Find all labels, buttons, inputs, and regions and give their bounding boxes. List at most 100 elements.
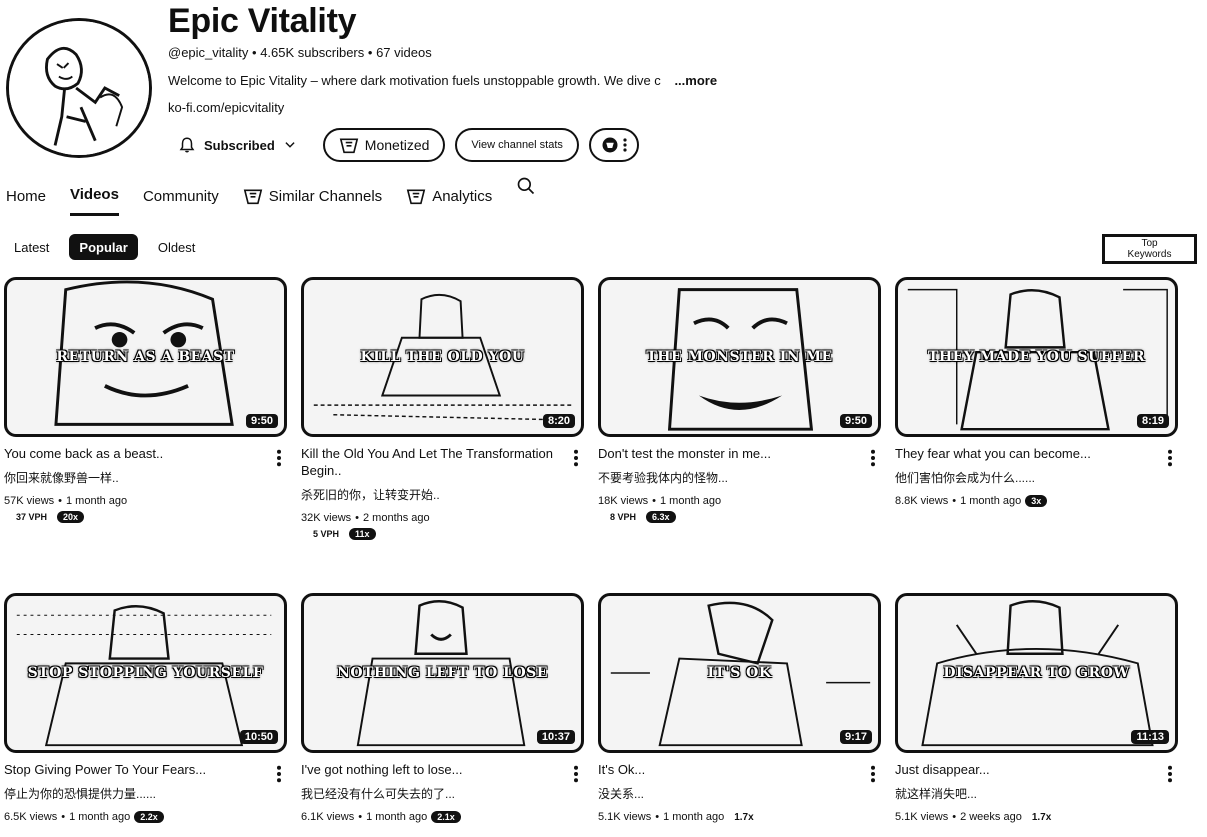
tab-similar-label: Similar Channels (268, 187, 383, 205)
video-title[interactable]: Don't test the monster in me... (598, 445, 882, 462)
filter-latest[interactable]: Latest (14, 234, 49, 260)
video-card[interactable]: RETURN AS A BEAST 9:50 You come back as … (4, 277, 288, 523)
video-duration: 11:13 (1131, 730, 1169, 744)
video-age: 2 weeks ago (960, 811, 1022, 823)
view-channel-stats-button[interactable]: View channel stats (455, 128, 579, 162)
sort-filters: Latest Popular Oldest (14, 234, 195, 260)
channel-link[interactable]: ko-fi.com/epicvitality (168, 100, 284, 115)
video-stats: 5.1K views • 1 month ago 1.7x (598, 811, 754, 823)
tab-videos[interactable]: Videos (70, 184, 119, 216)
video-title[interactable]: Stop Giving Power To Your Fears... (4, 761, 288, 778)
bell-icon (179, 137, 195, 153)
subscriber-count: 4.65K subscribers (260, 45, 365, 60)
video-subtitle: 你回来就像野兽一样.. (4, 471, 119, 485)
video-metrics: 37 VPH 20x (4, 511, 288, 523)
more-vert-icon[interactable] (1163, 764, 1177, 784)
channel-handle: @epic_vitality (168, 45, 249, 60)
thumbnail-overlay-text: THE MONSTER IN ME (646, 349, 833, 365)
video-metrics: 5 VPH 11x (301, 528, 585, 540)
channel-meta: @epic_vitality • 4.65K subscribers • 67 … (168, 45, 432, 60)
video-title[interactable]: It's Ok... (598, 761, 882, 778)
video-views: 8.8K views (895, 495, 949, 507)
search-icon[interactable] (516, 176, 536, 196)
video-title[interactable]: You come back as a beast.. (4, 445, 288, 462)
video-duration: 10:37 (536, 730, 575, 744)
video-thumbnail[interactable]: THE MONSTER IN ME 9:50 (598, 277, 881, 437)
video-thumbnail[interactable]: IT'S OK 9:17 (598, 593, 881, 753)
video-views: 5.1K views (598, 811, 652, 823)
video-views: 6.1K views (301, 811, 355, 823)
video-card[interactable]: THE MONSTER IN ME 9:50 Don't test the mo… (598, 277, 882, 523)
video-title[interactable]: They fear what you can become... (895, 445, 1179, 462)
keywords-line1: Top (1141, 238, 1158, 249)
monetized-button[interactable]: Monetized (322, 128, 446, 162)
video-thumbnail[interactable]: RETURN AS A BEAST 9:50 (4, 277, 287, 437)
more-vert-icon[interactable] (1163, 448, 1177, 468)
video-duration: 9:17 (839, 730, 872, 744)
video-thumbnail[interactable]: THEY MADE YOU SUFFER 8:19 (895, 277, 1178, 437)
video-card[interactable]: THEY MADE YOU SUFFER 8:19 They fear what… (895, 277, 1179, 507)
video-subtitle: 不要考验我体内的怪物... (598, 471, 729, 485)
outlier-badge: 2.2x (134, 811, 164, 823)
filter-popular[interactable]: Popular (69, 234, 138, 260)
more-vert-icon[interactable] (569, 764, 583, 784)
top-keywords-button[interactable]: Top Keywords (1102, 234, 1197, 264)
video-thumbnail[interactable]: NOTHING LEFT TO LOSE 10:37 (301, 593, 584, 753)
outlier-badge: 1.7x (734, 811, 754, 823)
video-subtitle: 他们害怕你会成为什么...... (895, 471, 1036, 485)
monetized-label: Monetized (364, 137, 430, 153)
more-vert-icon[interactable] (569, 448, 583, 468)
video-age: 2 months ago (363, 512, 430, 524)
filter-oldest[interactable]: Oldest (158, 234, 196, 260)
subscribed-label: Subscribed (204, 137, 275, 153)
video-stats: 32K views • 2 months ago (301, 512, 430, 524)
more-vert-icon[interactable] (272, 448, 286, 468)
analytics-icon (406, 189, 426, 205)
video-views: 32K views (301, 512, 352, 524)
more-vert-icon (623, 138, 627, 152)
channel-actions: Subscribed Monetized View channel stats (168, 128, 639, 162)
video-duration: 8:20 (542, 414, 575, 428)
channel-tabs: Home Videos Community Similar Channels A… (6, 177, 536, 216)
video-card[interactable]: STOP STOPPING YOURSELF 10:50 Stop Giving… (4, 593, 288, 823)
video-card[interactable]: IT'S OK 9:17 It's Ok... 没关系... 5.1K view… (598, 593, 882, 823)
video-views: 5.1K views (895, 811, 949, 823)
video-age: 1 month ago (66, 495, 128, 507)
channel-description[interactable]: Welcome to Epic Vitality – where dark mo… (168, 73, 717, 88)
thumbnail-overlay-text: THEY MADE YOU SUFFER (927, 349, 1145, 365)
video-subtitle: 我已经没有什么可失去的了... (301, 787, 456, 801)
subscribed-button[interactable]: Subscribed (168, 128, 307, 162)
video-subtitle: 没关系... (598, 787, 645, 801)
video-card[interactable]: KILL THE OLD YOU 8:20 Kill the Old You A… (301, 277, 585, 540)
video-thumbnail[interactable]: STOP STOPPING YOURSELF 10:50 (4, 593, 287, 753)
chevron-down-icon (285, 142, 295, 148)
video-duration: 10:50 (239, 730, 278, 744)
outlier-badge: 3x (1025, 495, 1048, 507)
video-card[interactable]: DISAPPEAR TO GROW 11:13 Just disappear..… (895, 593, 1179, 823)
video-thumbnail[interactable]: KILL THE OLD YOU 8:20 (301, 277, 584, 437)
video-age: 1 month ago (69, 811, 131, 823)
more-vert-icon[interactable] (866, 448, 880, 468)
video-title[interactable]: Kill the Old You And Let The Transformat… (301, 445, 585, 479)
video-card[interactable]: NOTHING LEFT TO LOSE 10:37 I've got noth… (301, 593, 585, 823)
video-age: 1 month ago (663, 811, 725, 823)
description-text: Welcome to Epic Vitality – where dark mo… (168, 73, 661, 88)
more-vert-icon[interactable] (866, 764, 880, 784)
tab-analytics[interactable]: Analytics (406, 184, 492, 216)
channel-avatar[interactable] (6, 18, 152, 158)
outlier-badge: 20x (57, 511, 85, 523)
more-link[interactable]: ...more (674, 73, 717, 88)
tab-community[interactable]: Community (143, 184, 219, 216)
more-vert-icon[interactable] (272, 764, 286, 784)
video-subtitle: 杀死旧的你，让转变开始.. (301, 488, 440, 502)
video-age: 1 month ago (366, 811, 428, 823)
video-title[interactable]: I've got nothing left to lose... (301, 761, 585, 778)
extension-menu-button[interactable] (588, 128, 639, 162)
tab-home[interactable]: Home (6, 184, 46, 216)
video-thumbnail[interactable]: DISAPPEAR TO GROW 11:13 (895, 593, 1178, 753)
video-title[interactable]: Just disappear... (895, 761, 1179, 778)
video-views: 18K views (598, 495, 649, 507)
video-vph: 5 VPH (313, 529, 340, 539)
video-stats: 18K views • 1 month ago (598, 495, 722, 507)
tab-similar-channels[interactable]: Similar Channels (243, 184, 382, 216)
